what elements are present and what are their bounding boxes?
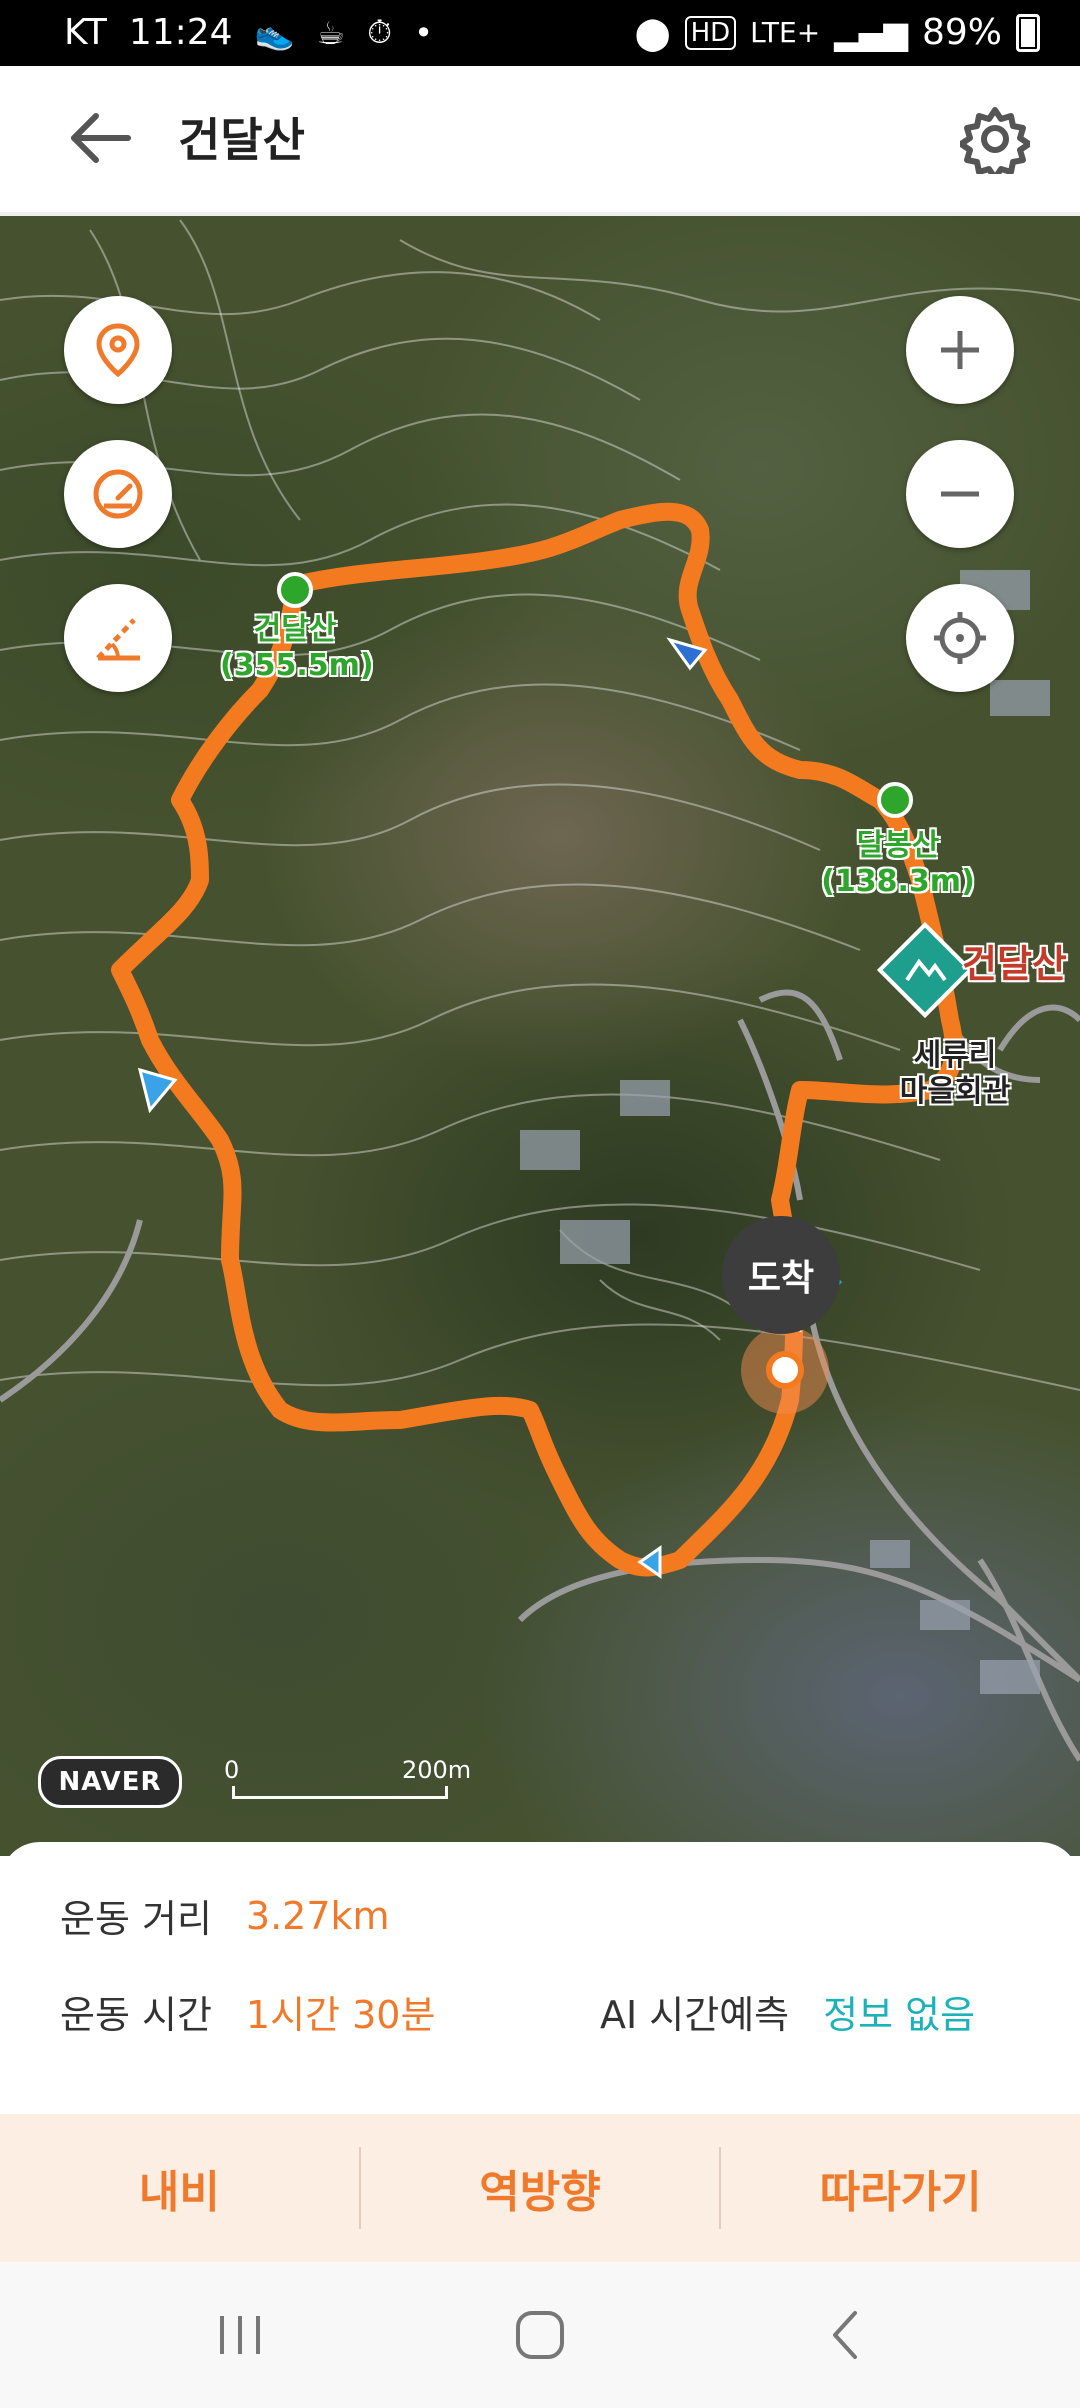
scale-bar	[232, 1786, 448, 1799]
peak-label-2: 달봉산 (138.3m)	[818, 828, 978, 900]
naver-logo: NAVER	[38, 1756, 182, 1808]
app-header: 건달산	[0, 66, 1080, 216]
recent-apps-icon[interactable]	[200, 2300, 280, 2370]
peak-name: 건달산	[253, 612, 337, 647]
system-nav-bar	[0, 2262, 1080, 2408]
timer-icon: ⏱	[367, 13, 393, 51]
back-arrow-icon[interactable]	[66, 108, 136, 168]
status-bar: KT 11:24 👟 ☕ ⏱ • ⬤ HD LTE+ ▂▄▆ 89%	[0, 0, 1080, 66]
battery-percent: 89%	[921, 12, 1002, 53]
ai-value: 정보 없음	[823, 1993, 976, 2037]
scale-start-label: 0	[224, 1756, 240, 1784]
time-value: 1시간 30분	[245, 1993, 436, 2037]
navi-button[interactable]: 내비	[0, 2114, 359, 2262]
scale-end-label: 200m	[402, 1756, 472, 1784]
home-icon[interactable]	[500, 2300, 580, 2370]
hd-badge: HD	[684, 15, 737, 50]
peak-elevation: (355.5m)	[220, 648, 374, 683]
action-bar: 내비 역방향 따라가기	[0, 2114, 1080, 2262]
village-hall-label: 세류리 마을회관	[880, 1038, 1030, 1110]
zoom-in-icon[interactable]	[906, 296, 1014, 404]
cup-icon: ☕	[316, 13, 346, 52]
reverse-button[interactable]: 역방향	[361, 2114, 720, 2262]
distance-label: 운동 거리	[60, 1897, 212, 1941]
dot-icon: •	[414, 13, 433, 52]
network-label: LTE+	[750, 16, 821, 49]
signal-icon: ▂▄▆	[834, 13, 908, 52]
mountain-label: 건달산	[962, 942, 1067, 986]
ai-label: AI 시간예측	[600, 1993, 790, 2037]
shoe-icon: 👟	[254, 13, 295, 52]
peak-elevation: (138.3m)	[821, 864, 975, 899]
ai-estimate: AI 시간예측 정보 없음	[600, 1984, 975, 2039]
clock: 11:24	[128, 12, 233, 53]
battery-icon	[1016, 13, 1040, 52]
location-pin-icon[interactable]	[64, 296, 172, 404]
peak-label-1: 건달산 (355.5m)	[220, 612, 374, 684]
map-view[interactable]: 건달산 (355.5m) 달봉산 (138.3m) 건달산 세류리 마을회관 도…	[0, 216, 1080, 1856]
location-icon: ⬤	[634, 13, 671, 52]
arrival-bubble[interactable]: 도착	[722, 1216, 840, 1334]
page-title: 건달산	[178, 113, 305, 167]
carrier-label: KT	[64, 12, 107, 53]
route-info-panel: 운동 거리 3.27km 운동 시간 1시간 30분 AI 시간예측 정보 없음	[0, 1842, 1080, 2114]
distance-value: 3.27km	[245, 1893, 390, 1938]
place-line-2: 마을회관	[899, 1074, 1011, 1109]
follow-button[interactable]: 따라가기	[721, 2114, 1080, 2262]
zoom-out-icon[interactable]	[906, 440, 1014, 548]
time-row: 운동 시간 1시간 30분 AI 시간예측 정보 없음	[60, 1984, 1020, 2039]
distance-row: 운동 거리 3.27km	[60, 1888, 390, 1943]
gear-icon[interactable]	[958, 104, 1032, 181]
speedometer-icon[interactable]	[64, 440, 172, 548]
time-label: 운동 시간	[60, 1993, 212, 2037]
current-location-icon[interactable]	[906, 584, 1014, 692]
place-line-1: 세류리	[913, 1038, 997, 1073]
measure-angle-icon[interactable]	[64, 584, 172, 692]
peak-name: 달봉산	[856, 828, 940, 863]
back-icon[interactable]	[806, 2300, 886, 2370]
